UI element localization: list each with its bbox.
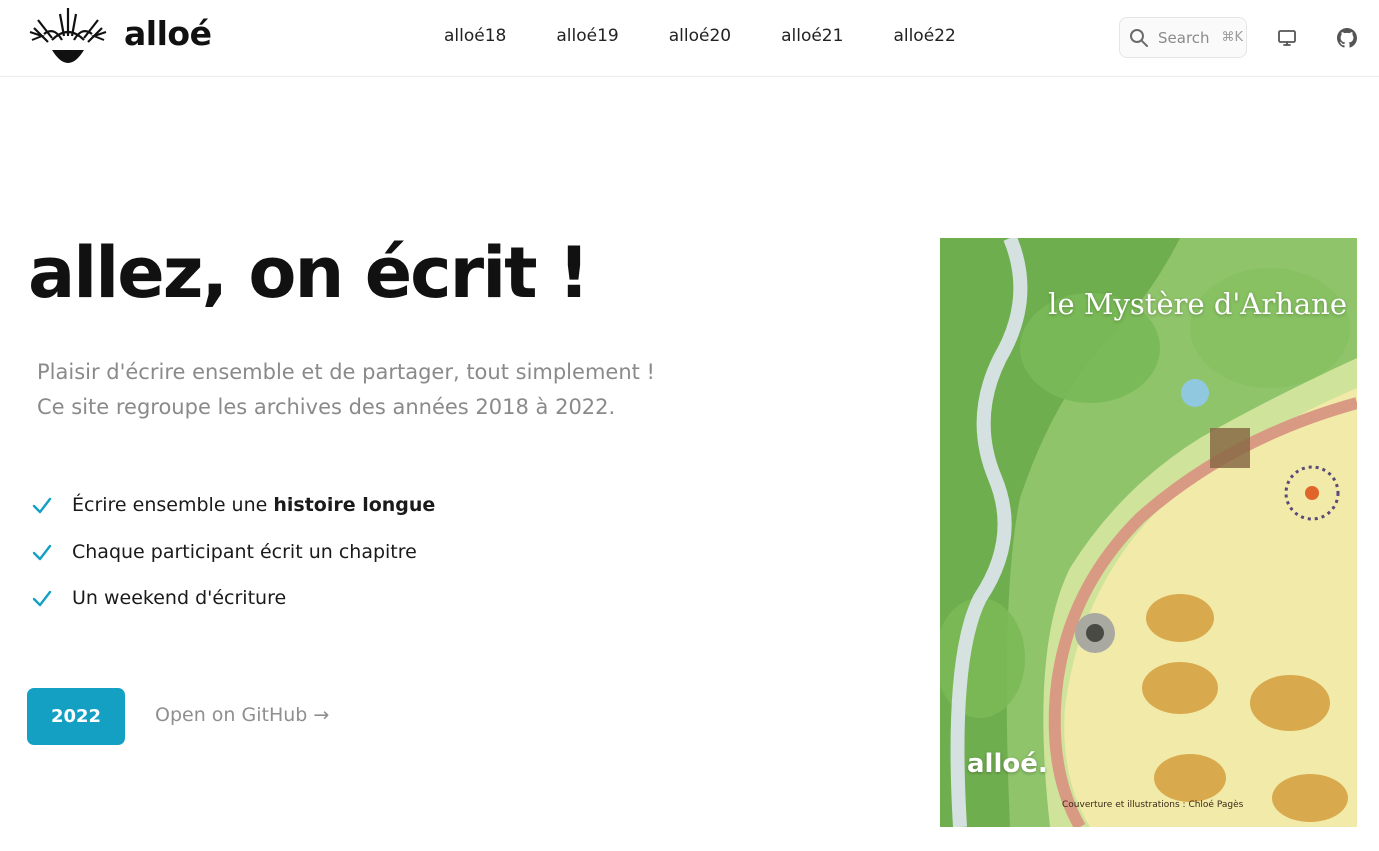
search-shortcut: ⌘K: [1221, 30, 1244, 45]
feature-list: Écrire ensemble une histoire longue Chaq…: [30, 482, 435, 622]
monitor-icon[interactable]: [1277, 28, 1297, 48]
cover-credit: Couverture et illustrations : Chloé Pagè…: [1062, 800, 1244, 810]
page-title: allez, on écrit !: [28, 232, 590, 314]
open-on-github-link[interactable]: Open on GitHub →: [155, 704, 329, 726]
search-box[interactable]: Search ⌘K: [1119, 17, 1247, 58]
logo-icon[interactable]: [28, 6, 108, 70]
check-icon: [32, 591, 52, 607]
list-item: Écrire ensemble une histoire longue: [30, 482, 435, 529]
cover-brand: alloé.: [967, 749, 1048, 779]
search-placeholder: Search: [1158, 28, 1210, 47]
brand-name[interactable]: alloé: [124, 14, 212, 53]
feature-bold: histoire longue: [273, 494, 436, 517]
cover-illustration: [940, 238, 1357, 827]
github-icon[interactable]: [1337, 28, 1357, 48]
nav-item-alloe20[interactable]: alloé20: [669, 26, 731, 46]
cover-title: le Mystère d'Arhane: [1048, 287, 1347, 321]
nav-item-alloe19[interactable]: alloé19: [556, 26, 618, 46]
main-nav: alloé18 alloé19 alloé20 alloé21 alloé22: [444, 26, 1006, 46]
search-icon: [1130, 28, 1148, 47]
check-icon: [32, 498, 52, 514]
nav-item-alloe21[interactable]: alloé21: [781, 26, 843, 46]
year-2022-button[interactable]: 2022: [27, 688, 125, 745]
check-icon: [32, 544, 52, 560]
list-item: Chaque participant écrit un chapitre: [30, 529, 435, 576]
subtitle-line-1: Plaisir d'écrire ensemble et de partager…: [37, 360, 655, 384]
list-item: Un weekend d'écriture: [30, 575, 435, 622]
feature-text: Écrire ensemble une: [72, 494, 268, 517]
book-cover-image: le Mystère d'Arhane alloé. Couverture et…: [940, 238, 1357, 827]
feature-text: Chaque participant écrit un chapitre: [72, 540, 417, 563]
top-navbar: alloé alloé18 alloé19 alloé20 alloé21 al…: [0, 0, 1379, 77]
nav-item-alloe22[interactable]: alloé22: [893, 26, 955, 46]
subtitle-line-2: Ce site regroupe les archives des années…: [37, 395, 616, 419]
hero-subtitle: Plaisir d'écrire ensemble et de partager…: [37, 355, 655, 425]
feature-text: Un weekend d'écriture: [72, 587, 287, 610]
nav-item-alloe18[interactable]: alloé18: [444, 26, 506, 46]
